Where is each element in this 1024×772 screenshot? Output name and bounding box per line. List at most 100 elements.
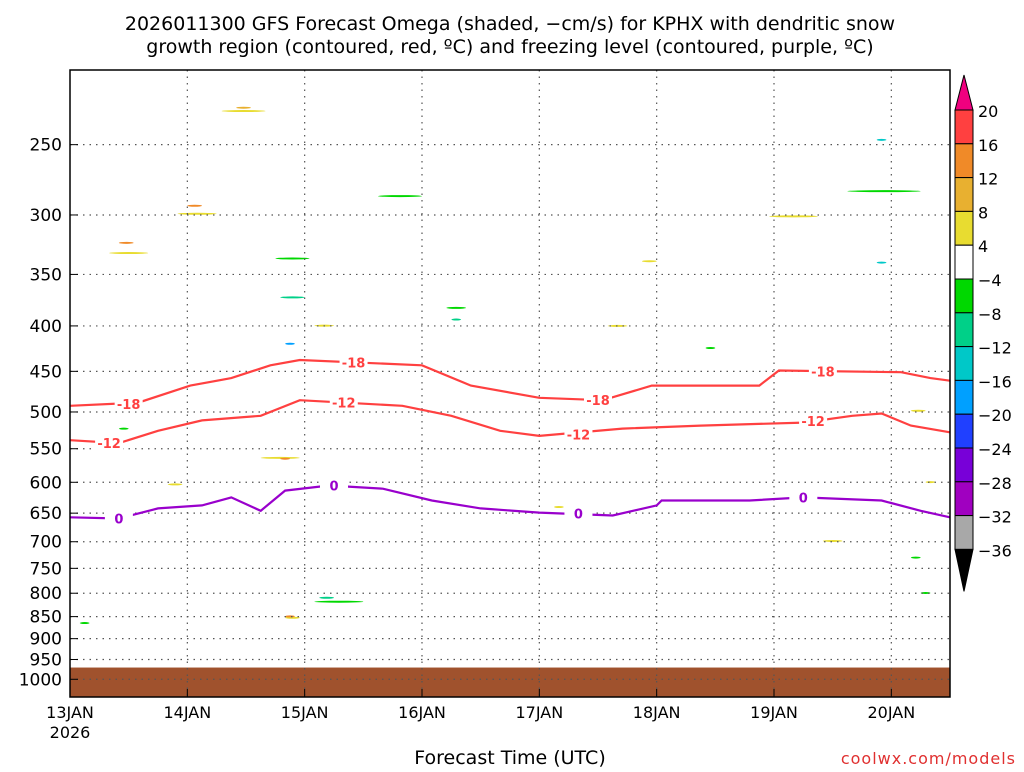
y-tick-label: 500 <box>30 403 62 423</box>
x-axis-label: Forecast Time (UTC) <box>414 747 605 768</box>
colorbar-label: −36 <box>978 541 1012 560</box>
contour-label: 0 <box>799 491 808 506</box>
ground-fill <box>70 667 950 697</box>
y-tick-label: 250 <box>30 136 62 156</box>
contour-label: -18 <box>117 398 141 413</box>
colorbar-swatch <box>954 210 974 246</box>
y-tick-label: 650 <box>30 504 62 524</box>
omega-cell <box>285 342 295 345</box>
y-tick-label: 400 <box>30 317 62 337</box>
colorbar-label: −16 <box>978 372 1012 391</box>
y-tick-label: 850 <box>30 608 62 628</box>
y-axis: 2503003504004505005506006507007508008509… <box>19 136 78 690</box>
x-tick-label: 16JAN <box>398 703 446 722</box>
omega-cell <box>280 296 305 299</box>
colorbar-swatch <box>954 481 974 517</box>
y-tick-label: 750 <box>30 559 62 579</box>
x-tick-sublabel: 2026 <box>50 723 91 742</box>
colorbar-label: 20 <box>978 102 998 121</box>
colorbar-swatch <box>954 515 974 550</box>
colorbar-swatch <box>954 177 974 212</box>
omega-cell <box>847 190 921 193</box>
omega-cell <box>451 318 462 321</box>
omega-cell <box>79 622 90 625</box>
ground-layer <box>70 667 950 697</box>
omega-cell <box>221 110 266 113</box>
omega-cell <box>705 346 716 349</box>
colorbar-label: 12 <box>978 170 998 189</box>
omega-cell <box>876 138 887 141</box>
x-tick-label: 20JAN <box>867 703 915 722</box>
colorbar-swatch <box>954 278 974 314</box>
contour-label: -12 <box>801 415 825 430</box>
omega-cell <box>118 427 129 430</box>
omega-cell <box>554 505 564 508</box>
y-tick-label: 450 <box>30 362 62 382</box>
omega-cell <box>260 456 300 459</box>
colorbar-label: −8 <box>978 305 1002 324</box>
watermark: coolwx.com/models <box>841 749 1016 768</box>
colorbar-top-arrow <box>954 74 974 111</box>
omega-cell <box>187 204 203 207</box>
colorbar-label: −24 <box>978 440 1012 459</box>
y-tick-label: 900 <box>30 630 62 650</box>
omega-cell <box>285 615 295 618</box>
omega-cell <box>822 539 843 542</box>
colorbar: 20 16 12 8 4 −4 −8 −12 −16 −20 −24 −28 −32 −36 <box>954 74 1012 592</box>
x-tick-label: 13JAN <box>46 703 94 722</box>
contour-label: -18 <box>586 394 610 409</box>
colorbar-bottom-arrow <box>954 548 974 592</box>
omega-cell <box>378 195 422 198</box>
chart-title-line2: growth region (contoured, red, ºC) and f… <box>146 36 873 58</box>
colorbar-label: −20 <box>978 406 1012 425</box>
contour-label: -12 <box>332 397 356 412</box>
omega-cell <box>236 106 251 109</box>
colorbar-label: 16 <box>978 136 998 155</box>
contour-label: -12 <box>97 437 121 452</box>
colorbar-swatch <box>954 413 974 449</box>
x-tick-label: 15JAN <box>281 703 329 722</box>
omega-cell <box>769 215 818 218</box>
omega-cell <box>642 260 657 263</box>
colorbar-swatch <box>954 109 974 145</box>
omega-shading <box>79 106 936 625</box>
x-tick-label: 14JAN <box>163 703 211 722</box>
omega-cell <box>314 600 364 603</box>
chart-title-line1: 2026011300 GFS Forecast Omega (shaded, −… <box>125 13 895 35</box>
colorbar-swatch <box>954 143 974 179</box>
omega-cell <box>177 212 217 215</box>
colorbar-label: −4 <box>978 271 1002 290</box>
colorbar-label: −28 <box>978 474 1012 493</box>
omega-cell <box>118 241 134 244</box>
omega-cell <box>910 556 921 559</box>
y-tick-label: 600 <box>30 473 62 493</box>
y-tick-label: 1000 <box>19 670 62 690</box>
omega-time-height-chart: 2026011300 GFS Forecast Omega (shaded, −… <box>19 13 1016 769</box>
omega-cell <box>876 261 887 264</box>
omega-cell <box>910 409 926 412</box>
colorbar-label: −12 <box>978 339 1012 358</box>
y-tick-label: 700 <box>30 533 62 553</box>
colorbar-label: −32 <box>978 508 1012 527</box>
contour-label: 0 <box>574 508 583 523</box>
contour-label: 0 <box>329 479 338 494</box>
x-tick-label: 18JAN <box>633 703 681 722</box>
omega-cell <box>109 252 149 255</box>
omega-cell <box>167 483 183 486</box>
contours: -18 -18 -18 -18 -12 -12 -12 -12 0 0 0 0 <box>69 354 951 527</box>
contour-label: -12 <box>567 428 591 443</box>
colorbar-swatch <box>954 244 974 280</box>
colorbar-label: 8 <box>978 203 988 222</box>
omega-cell <box>280 457 290 460</box>
colorbar-swatch <box>954 379 974 415</box>
contour-label: -18 <box>811 365 835 380</box>
y-tick-label: 550 <box>30 440 62 460</box>
colorbar-label: 4 <box>978 237 988 256</box>
contour-label: -18 <box>342 357 366 372</box>
colorbar-swatch <box>954 346 974 381</box>
x-tick-label: 19JAN <box>750 703 798 722</box>
x-tick-label: 17JAN <box>515 703 563 722</box>
colorbar-swatch <box>954 447 974 483</box>
contour-label: 0 <box>114 512 123 527</box>
omega-cell <box>446 306 466 309</box>
